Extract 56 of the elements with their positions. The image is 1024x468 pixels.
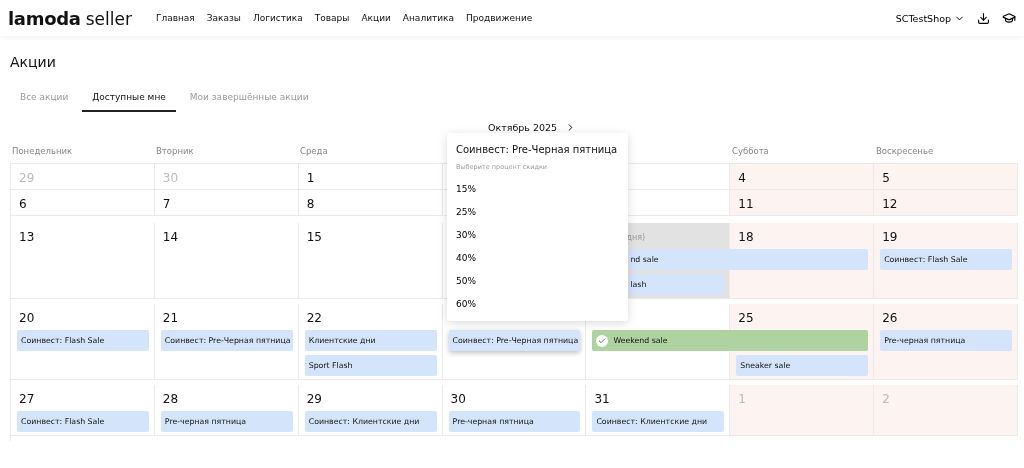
day-number: 29	[19, 170, 35, 186]
day-number: 11	[738, 196, 754, 212]
day-number: 8	[306, 196, 315, 212]
day-number: 26	[882, 310, 898, 326]
day-number: 2	[882, 391, 890, 407]
day-number: 27	[19, 391, 35, 407]
day-number: 7	[162, 196, 171, 212]
nav-link[interactable]: Аналитика	[402, 13, 455, 23]
day-number: 30	[450, 391, 466, 407]
discount-option[interactable]: 15%	[456, 177, 619, 200]
page-title: Акции	[10, 54, 57, 70]
day-number: 13	[19, 229, 35, 245]
day-note: дня)	[626, 232, 646, 244]
discount-option[interactable]: 60%	[456, 292, 619, 315]
discount-option[interactable]: 50%	[456, 269, 619, 292]
nav-link[interactable]: Продвижение	[466, 13, 533, 23]
day-number: 1	[306, 170, 315, 186]
day-number: 15	[306, 229, 322, 245]
graduation-cap-button[interactable]	[1002, 11, 1016, 25]
day-number: 12	[882, 196, 898, 212]
nav-link[interactable]: Акции	[361, 13, 391, 23]
day-number: 25	[738, 310, 754, 326]
day-number: 21	[162, 310, 179, 326]
weekday-label: Суббота	[731, 146, 770, 156]
day-number: 14	[162, 229, 179, 245]
day-number: 31	[594, 391, 610, 407]
day-number: 19	[882, 229, 898, 245]
weekday-label: Среда	[299, 146, 329, 156]
popover-title: Соинвест: Pre-Черная пятница	[456, 143, 619, 157]
nav-link[interactable]: Заказы	[206, 13, 241, 23]
nav-link[interactable]: Логистика	[252, 13, 303, 23]
discount-option[interactable]: 40%	[456, 246, 619, 269]
day-number: 30	[162, 170, 179, 186]
day-number: 18	[738, 229, 754, 245]
weekday-label: Воскресенье	[875, 146, 935, 156]
day-number: 1	[738, 391, 746, 407]
logo-text: seller	[85, 8, 132, 29]
weekday-label: Понедельник	[11, 146, 74, 156]
discount-option[interactable]: 25%	[456, 200, 619, 223]
tab[interactable]: Доступные мне	[82, 92, 176, 112]
logo-text: lamoda	[8, 7, 81, 29]
discount-option[interactable]: 30%	[456, 223, 619, 246]
download-button[interactable]	[977, 11, 990, 25]
day-number: 4	[738, 170, 746, 186]
day-number: 5	[882, 170, 890, 186]
day-number: 6	[19, 196, 27, 212]
nav-link[interactable]: Товары	[314, 13, 350, 23]
month-label: Октябрь 2025	[487, 122, 558, 133]
nav-link[interactable]: Главная	[155, 13, 195, 23]
day-number: 28	[162, 391, 179, 407]
day-number: 22	[306, 310, 322, 326]
day-number: 20	[19, 310, 35, 326]
account-dropdown[interactable]: SCTestShop	[895, 12, 965, 24]
day-number: 29	[306, 391, 322, 407]
check-icon	[596, 334, 609, 347]
weekday-label: Вторник	[155, 146, 195, 156]
